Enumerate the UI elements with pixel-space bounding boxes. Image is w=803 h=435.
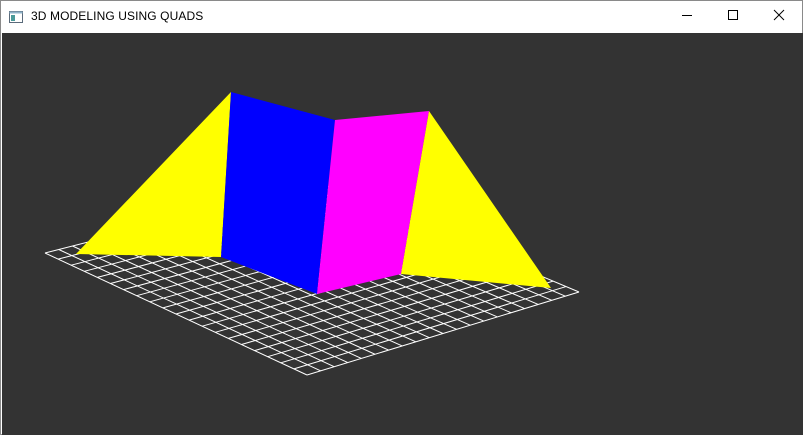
opengl-viewport[interactable] [2,33,803,435]
minimize-icon [681,8,693,26]
close-icon [773,8,785,26]
maximize-button[interactable] [710,1,756,32]
title-bar[interactable]: 3D MODELING USING QUADS [1,1,802,32]
minimize-button[interactable] [664,1,710,32]
close-button[interactable] [756,1,802,32]
scene-canvas [44,92,580,376]
quad-center-left-face [221,92,335,294]
window-title: 3D MODELING USING QUADS [31,9,204,23]
maximize-icon [727,8,739,26]
app-window-icon [9,10,23,23]
quad-left-face [76,92,231,257]
app-window: 3D MODELING USING QUADS [0,0,803,435]
